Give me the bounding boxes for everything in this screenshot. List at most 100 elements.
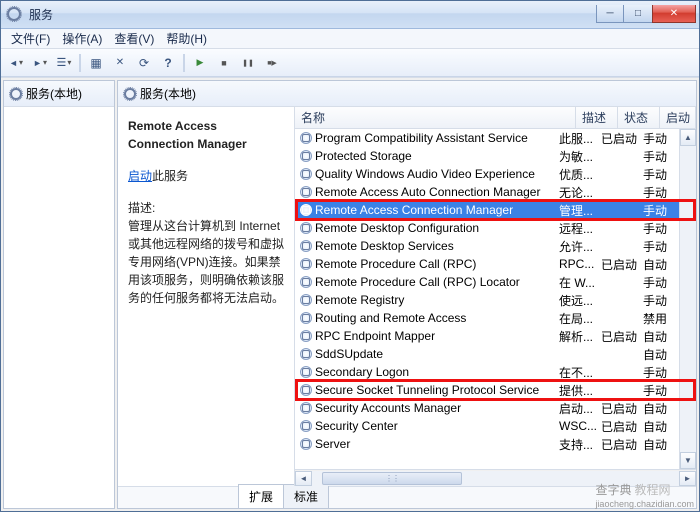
vertical-scrollbar[interactable]: ▲ ▼ bbox=[679, 129, 696, 469]
service-icon bbox=[299, 203, 313, 217]
service-name: Security Accounts Manager bbox=[315, 401, 559, 415]
service-desc: 无论... bbox=[559, 184, 601, 201]
service-name: Remote Access Auto Connection Manager bbox=[315, 185, 559, 199]
refresh-button[interactable] bbox=[133, 52, 155, 74]
service-row[interactable]: RPC Endpoint Mapper解析...已启动自动 bbox=[295, 327, 679, 345]
close-button[interactable]: ✕ bbox=[652, 5, 696, 23]
scroll-thumb[interactable] bbox=[322, 472, 462, 485]
service-icon bbox=[299, 365, 313, 379]
watermark: 查字典 教程网 jiaocheng.chazidian.com bbox=[595, 481, 694, 510]
stop-service-button[interactable] bbox=[213, 52, 235, 74]
window-title: 服务 bbox=[29, 6, 596, 23]
service-row[interactable]: Remote Registry使远...手动 bbox=[295, 291, 679, 309]
service-desc: 解析... bbox=[559, 328, 601, 345]
service-desc: 启动... bbox=[559, 400, 601, 417]
start-suffix: 此服务 bbox=[152, 169, 188, 183]
help-button[interactable] bbox=[157, 52, 179, 74]
tree-node-services[interactable]: 服务(本地) bbox=[4, 81, 114, 107]
titlebar[interactable]: 服务 ─ □ ✕ bbox=[1, 1, 699, 29]
toolbar bbox=[1, 49, 699, 77]
tab-extended[interactable]: 扩展 bbox=[238, 484, 284, 508]
window-buttons: ─ □ ✕ bbox=[596, 5, 696, 25]
menu-view[interactable]: 查看(V) bbox=[108, 28, 160, 49]
tab-standard[interactable]: 标准 bbox=[283, 484, 329, 508]
rows: Program Compatibility Assistant Service此… bbox=[295, 129, 679, 469]
col-name[interactable]: 名称 bbox=[295, 107, 576, 128]
service-startup: 自动 bbox=[643, 328, 679, 345]
col-desc[interactable]: 描述 bbox=[576, 107, 618, 128]
scroll-left-button[interactable]: ◄ bbox=[295, 471, 312, 486]
service-row[interactable]: Secondary Logon在不...手动 bbox=[295, 363, 679, 381]
service-name: Remote Procedure Call (RPC) bbox=[315, 257, 559, 271]
service-desc: 优质... bbox=[559, 166, 601, 183]
service-startup: 手动 bbox=[643, 130, 679, 147]
service-icon bbox=[299, 329, 313, 343]
service-row[interactable]: Remote Procedure Call (RPC) Locator在 W..… bbox=[295, 273, 679, 291]
app-icon bbox=[7, 7, 23, 23]
start-service-button[interactable] bbox=[189, 52, 211, 74]
menu-help[interactable]: 帮助(H) bbox=[160, 28, 213, 49]
service-startup: 自动 bbox=[643, 256, 679, 273]
service-desc: WSC... bbox=[559, 419, 601, 433]
maximize-button[interactable]: □ bbox=[624, 5, 652, 23]
services-window: 服务 ─ □ ✕ 文件(F) 操作(A) 查看(V) 帮助(H) 服务(本地) bbox=[0, 0, 700, 512]
watermark-url: jiaocheng.chazidian.com bbox=[595, 499, 694, 509]
right-pane: 服务(本地) Remote Access Connection Manager … bbox=[117, 80, 697, 509]
service-icon bbox=[299, 149, 313, 163]
service-name: Remote Desktop Configuration bbox=[315, 221, 559, 235]
menubar: 文件(F) 操作(A) 查看(V) 帮助(H) bbox=[1, 29, 699, 49]
service-row[interactable]: Routing and Remote Access在局...禁用 bbox=[295, 309, 679, 327]
service-row[interactable]: Remote Desktop Configuration远程...手动 bbox=[295, 219, 679, 237]
service-name: Server bbox=[315, 437, 559, 451]
service-row[interactable]: SddSUpdate 自动 bbox=[295, 345, 679, 363]
delete-button[interactable] bbox=[109, 52, 131, 74]
nav-forward-button[interactable] bbox=[29, 52, 51, 74]
menu-file[interactable]: 文件(F) bbox=[5, 28, 56, 49]
scroll-track[interactable] bbox=[680, 146, 696, 452]
service-status: 已启动 bbox=[601, 400, 643, 417]
restart-service-button[interactable] bbox=[261, 52, 283, 74]
service-desc: 此服... bbox=[559, 130, 601, 147]
service-startup: 手动 bbox=[643, 364, 679, 381]
service-startup: 自动 bbox=[643, 400, 679, 417]
service-status: 已启动 bbox=[601, 256, 643, 273]
properties-button[interactable] bbox=[85, 52, 107, 74]
service-name: SddSUpdate bbox=[315, 347, 559, 361]
service-row[interactable]: Remote Access Auto Connection Manager无论.… bbox=[295, 183, 679, 201]
menu-action[interactable]: 操作(A) bbox=[56, 28, 108, 49]
col-startup[interactable]: 启动 bbox=[660, 107, 696, 128]
service-row[interactable]: Remote Procedure Call (RPC)RPC...已启动自动 bbox=[295, 255, 679, 273]
service-row[interactable]: Server支持...已启动自动 bbox=[295, 435, 679, 453]
start-link[interactable]: 启动 bbox=[128, 169, 152, 183]
service-startup: 自动 bbox=[643, 346, 679, 363]
list-body: Program Compatibility Assistant Service此… bbox=[295, 129, 696, 469]
service-row[interactable]: Remote Desktop Services允许...手动 bbox=[295, 237, 679, 255]
service-row[interactable]: Program Compatibility Assistant Service此… bbox=[295, 129, 679, 147]
service-icon bbox=[299, 221, 313, 235]
scroll-up-button[interactable]: ▲ bbox=[680, 129, 696, 146]
desc-label: 描述: bbox=[128, 199, 284, 217]
service-startup: 手动 bbox=[643, 382, 679, 399]
show-hide-button[interactable] bbox=[53, 52, 75, 74]
separator bbox=[183, 54, 185, 72]
body: 服务(本地) 服务(本地) Remote Access Connection M… bbox=[1, 77, 699, 511]
service-row[interactable]: Remote Access Connection Manager管理...手动 bbox=[295, 201, 679, 219]
service-row[interactable]: Secure Socket Tunneling Protocol Service… bbox=[295, 381, 679, 399]
service-startup: 手动 bbox=[643, 292, 679, 309]
minimize-button[interactable]: ─ bbox=[596, 5, 624, 23]
scroll-down-button[interactable]: ▼ bbox=[680, 452, 696, 469]
pause-service-button[interactable] bbox=[237, 52, 259, 74]
watermark-b: 教程网 bbox=[635, 483, 671, 497]
service-name: Program Compatibility Assistant Service bbox=[315, 131, 559, 145]
service-icon bbox=[299, 419, 313, 433]
nav-back-button[interactable] bbox=[5, 52, 27, 74]
service-row[interactable]: Quality Windows Audio Video Experience优质… bbox=[295, 165, 679, 183]
console-tree: 服务(本地) bbox=[3, 80, 115, 509]
service-name: Security Center bbox=[315, 419, 559, 433]
split: Remote Access Connection Manager 启动此服务 描… bbox=[118, 107, 696, 486]
service-row[interactable]: Security Accounts Manager启动...已启动自动 bbox=[295, 399, 679, 417]
service-status: 已启动 bbox=[601, 436, 643, 453]
service-row[interactable]: Protected Storage为敏...手动 bbox=[295, 147, 679, 165]
service-row[interactable]: Security CenterWSC...已启动自动 bbox=[295, 417, 679, 435]
col-status[interactable]: 状态 bbox=[618, 107, 660, 128]
